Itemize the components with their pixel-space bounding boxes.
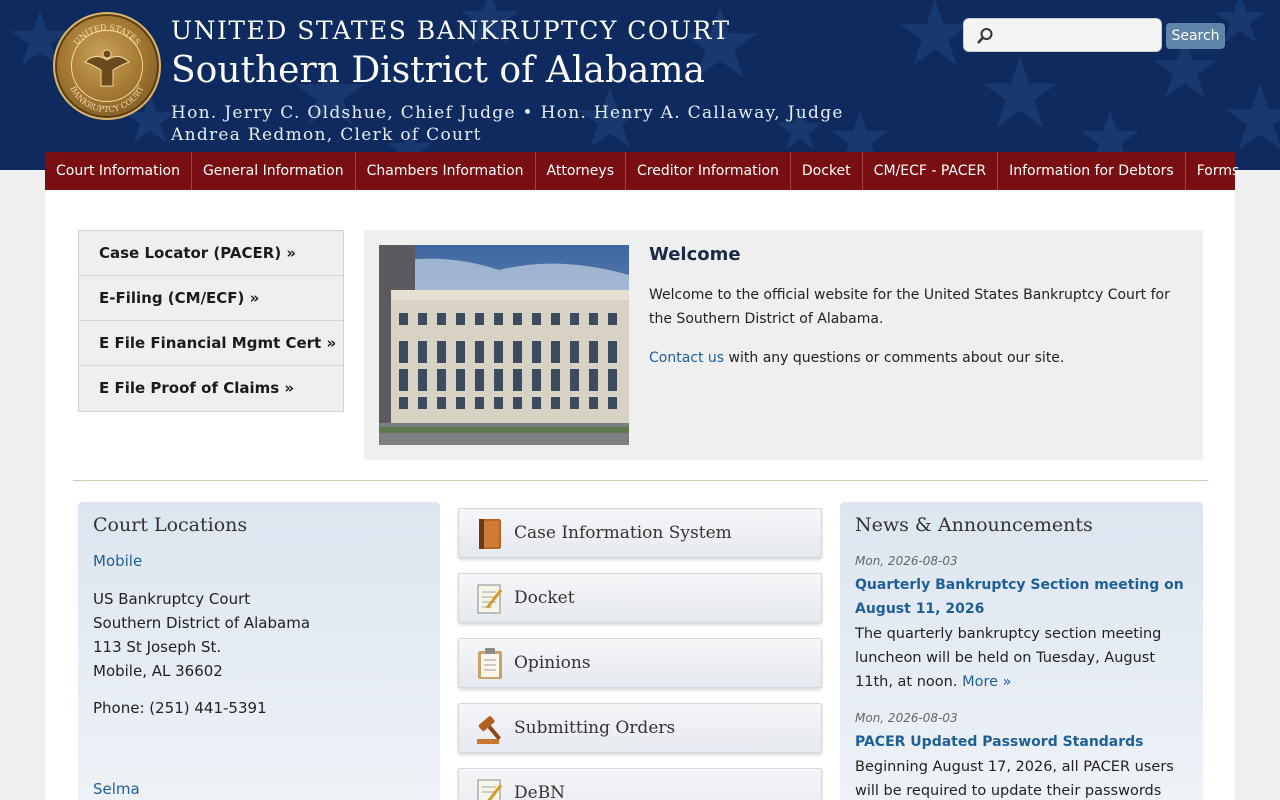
main-nav: Court Information General Information Ch…	[45, 152, 1239, 190]
news-title-link[interactable]: Quarterly Bankruptcy Section meeting on …	[855, 573, 1185, 621]
address-line: 113 St Joseph St.	[93, 638, 222, 656]
court-seal-logo[interactable]: UNITED STATES BANKRUPTCY COURT	[53, 12, 161, 120]
news-announcements: News & Announcements Mon, 2026-08-03 Qua…	[840, 502, 1203, 800]
case-information-system-button[interactable]: Case Information System	[458, 508, 822, 558]
tile-label: Opinions	[514, 653, 591, 673]
quick-link-financial-mgmt-cert[interactable]: E File Financial Mgmt Cert »	[79, 321, 343, 366]
book-icon	[479, 519, 501, 549]
site-header: UNITED STATES BANKRUPTCY COURT UNITED ST…	[0, 0, 1280, 170]
opinions-button[interactable]: Opinions	[458, 638, 822, 688]
search-icon	[977, 28, 993, 44]
court-locations: Court Locations Mobile US Bankruptcy Cou…	[78, 502, 440, 800]
news-date: Mon, 2026-08-03	[855, 711, 958, 725]
contact-paragraph: Contact us with any questions or comment…	[649, 346, 1189, 370]
news-title-link[interactable]: PACER Updated Password Standards	[855, 730, 1185, 754]
section-divider	[73, 480, 1208, 481]
tile-label: DeBN	[514, 783, 566, 800]
quick-link-proof-of-claims[interactable]: E File Proof of Claims »	[79, 366, 343, 411]
nav-cmecf-pacer[interactable]: CM/ECF - PACER	[863, 152, 999, 190]
nav-attorneys[interactable]: Attorneys	[536, 152, 626, 190]
nav-court-information[interactable]: Court Information	[45, 152, 192, 190]
quick-link-case-locator[interactable]: Case Locator (PACER) »	[79, 231, 343, 276]
judges-block: Hon. Jerry C. Oldshue, Chief Judge • Hon…	[171, 102, 844, 146]
judges-line: Hon. Jerry C. Oldshue, Chief Judge • Hon…	[171, 103, 844, 123]
svg-text:BANKRUPTCY COURT: BANKRUPTCY COURT	[68, 84, 145, 114]
district-name[interactable]: Southern District of Alabama	[171, 50, 705, 91]
mobile-address: US Bankruptcy Court Southern District of…	[93, 587, 310, 683]
clipboard-icon	[478, 648, 502, 679]
locations-heading: Court Locations	[93, 514, 248, 536]
gavel-icon	[477, 716, 502, 744]
news-heading: News & Announcements	[855, 514, 1093, 536]
nav-general-information[interactable]: General Information	[192, 152, 356, 190]
search-button[interactable]: Search	[1166, 23, 1225, 49]
news-body: The quarterly bankruptcy section meeting…	[855, 622, 1190, 694]
nav-information-for-debtors[interactable]: Information for Debtors	[998, 152, 1186, 190]
address-line: US Bankruptcy Court	[93, 590, 251, 608]
location-selma-link[interactable]: Selma	[93, 780, 140, 798]
feature-tiles: Case Information System Docket Opinions	[458, 508, 822, 800]
docket-button[interactable]: Docket	[458, 573, 822, 623]
nav-forms[interactable]: Forms	[1186, 152, 1251, 190]
contact-us-link[interactable]: Contact us	[649, 350, 724, 366]
tile-label: Case Information System	[514, 523, 732, 543]
welcome-panel: Welcome Welcome to the official website …	[364, 230, 1203, 460]
debn-button[interactable]: DeBN	[458, 768, 822, 800]
location-mobile-link[interactable]: Mobile	[93, 552, 142, 570]
quick-link-e-filing[interactable]: E-Filing (CM/ECF) »	[79, 276, 343, 321]
search-input[interactable]	[1000, 23, 1155, 47]
news-more-link[interactable]: More »	[962, 674, 1011, 690]
address-line: Mobile, AL 36602	[93, 662, 223, 680]
contact-text: with any questions or comments about our…	[724, 350, 1065, 366]
nav-creditor-information[interactable]: Creditor Information	[626, 152, 791, 190]
notepad-icon	[477, 584, 503, 614]
address-line: Southern District of Alabama	[93, 614, 311, 632]
mobile-phone: Phone: (251) 441-5391	[93, 699, 267, 717]
submitting-orders-button[interactable]: Submitting Orders	[458, 703, 822, 753]
tile-label: Docket	[514, 588, 575, 608]
news-body: Beginning August 17, 2026, all PACER use…	[855, 759, 1174, 799]
nav-chambers-information[interactable]: Chambers Information	[356, 152, 536, 190]
court-name-line: UNITED STATES BANKRUPTCY COURT	[171, 16, 731, 45]
tile-label: Submitting Orders	[514, 718, 676, 738]
news-date: Mon, 2026-08-03	[855, 554, 958, 568]
search-field[interactable]	[963, 18, 1162, 52]
welcome-heading: Welcome	[649, 244, 741, 265]
welcome-text: Welcome to the official website for the …	[649, 287, 1170, 327]
quick-links: Case Locator (PACER) » E-Filing (CM/ECF)…	[78, 230, 344, 412]
clerk-line: Andrea Redmon, Clerk of Court	[171, 125, 482, 145]
notepad-icon	[477, 779, 503, 800]
courthouse-photo	[379, 245, 629, 445]
nav-docket[interactable]: Docket	[791, 152, 863, 190]
svg-text:UNITED STATES: UNITED STATES	[72, 23, 142, 47]
